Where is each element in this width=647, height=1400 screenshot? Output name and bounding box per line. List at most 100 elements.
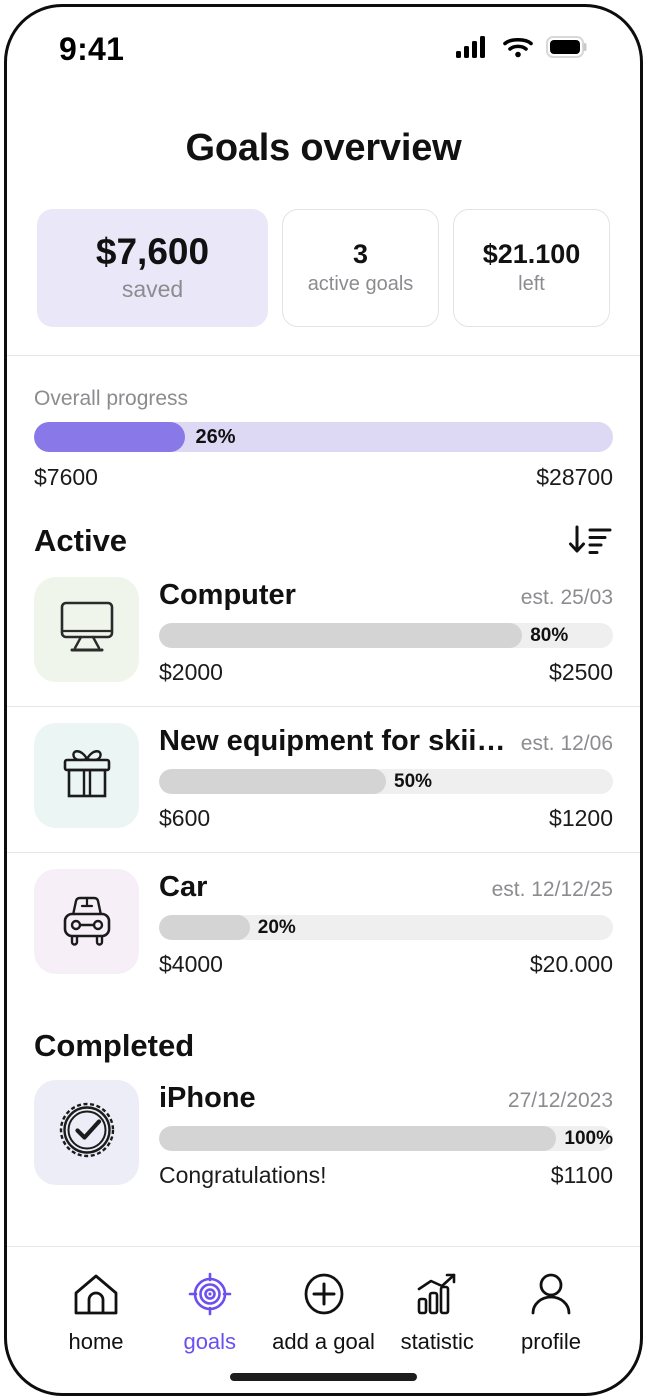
nav-label-goals: goals (183, 1329, 237, 1354)
status-time: 9:41 (59, 30, 125, 67)
overall-progress-label: Overall progress (34, 387, 189, 410)
stat-value-left: $21.100 (482, 238, 581, 269)
goal-icon-wrapper (34, 869, 139, 974)
nav-label-statistic: statistic (400, 1329, 474, 1354)
plus-circle-icon (298, 1271, 350, 1322)
goal-top: iPhone 27/12/2023 (159, 1082, 613, 1115)
cellular-signal-icon (456, 35, 490, 64)
nav-item-add-a-goal[interactable]: add a goal (269, 1271, 379, 1355)
bar-chart-icon (411, 1271, 463, 1322)
nav-item-home[interactable]: home (41, 1271, 151, 1355)
nav-label-profile: profile (521, 1329, 581, 1354)
goal-progress-bar: 100% (159, 1126, 613, 1151)
goal-progress-bar: 80% (159, 623, 613, 648)
nav-item-statistic[interactable]: statistic (382, 1271, 492, 1355)
goal-progress-percent: 20% (257, 916, 296, 938)
goal-row-skiing[interactable]: New equipment for skiing est. 12/06 50% … (7, 707, 640, 852)
section-title-active: Active (34, 523, 128, 558)
goal-amounts: $600 $1200 (159, 805, 613, 832)
goal-icon-wrapper (34, 1080, 139, 1185)
section-header-active: Active (7, 491, 640, 561)
phone-frame: 9:41 Goals overview $7,600 saved 3 activ… (4, 4, 643, 1396)
goal-top: Computer est. 25/03 (159, 579, 613, 612)
bottom-nav: home goals add a goal statistic profile (7, 1247, 640, 1355)
goal-body: Computer est. 25/03 80% $2000 $2500 (159, 577, 613, 686)
goal-date: est. 25/03 (520, 586, 613, 609)
goal-name: Computer (159, 579, 296, 611)
goal-progress-fill (159, 769, 386, 794)
goal-body: Car est. 12/12/25 20% $4000 $20.000 (159, 869, 613, 978)
goal-saved: $2000 (159, 659, 223, 685)
goal-body: iPhone 27/12/2023 100% Congratulations! … (159, 1080, 613, 1189)
home-icon (70, 1271, 122, 1322)
check-badge-icon (56, 1099, 118, 1166)
goal-progress-fill (159, 1126, 557, 1151)
stat-label-active-goals: active goals (307, 273, 414, 296)
goal-date: 27/12/2023 (507, 1089, 613, 1112)
goal-progress-bar: 20% (159, 915, 613, 940)
stat-label-left: left (518, 273, 545, 296)
section-title-completed: Completed (34, 1028, 195, 1063)
section-header-completed: Completed (7, 998, 640, 1064)
stat-label-saved: saved (121, 276, 184, 303)
nav-label-add-a-goal: add a goal (272, 1329, 375, 1354)
goal-row-computer[interactable]: Computer est. 25/03 80% $2000 $2500 (7, 561, 640, 706)
page-title: Goals overview (185, 127, 462, 169)
goal-row-car[interactable]: Car est. 12/12/25 20% $4000 $20.000 (7, 853, 640, 998)
goal-progress-fill (159, 623, 523, 648)
goal-date: est. 12/06 (520, 732, 613, 755)
monitor-icon (56, 598, 118, 661)
goal-top: Car est. 12/12/25 (159, 871, 613, 904)
stats-row: $7,600 saved 3 active goals $21.100 left (7, 170, 640, 327)
goal-progress-bar: 50% (159, 769, 613, 794)
goal-row-iphone[interactable]: iPhone 27/12/2023 100% Congratulations! … (7, 1064, 640, 1209)
stat-value-saved: $7,600 (95, 230, 210, 272)
goal-target: $20.000 (529, 951, 613, 977)
goal-name: iPhone (159, 1082, 256, 1114)
stat-value-active-goals: 3 (352, 238, 369, 269)
status-bar: 9:41 (7, 7, 640, 85)
overall-progress-fill (34, 422, 185, 452)
nav-item-goals[interactable]: goals (155, 1271, 265, 1355)
stat-card-left[interactable]: $21.100 left (453, 209, 610, 327)
overall-progress-percent: 26% (195, 425, 236, 448)
target-icon (184, 1271, 236, 1322)
goal-saved: $4000 (159, 951, 223, 977)
goal-target: $1100 (550, 1162, 613, 1188)
nav-label-home: home (68, 1329, 124, 1354)
goal-progress-percent: 100% (564, 1127, 613, 1149)
sort-descending-icon[interactable] (567, 521, 613, 561)
battery-icon (546, 35, 588, 64)
overall-progress-amounts: $7600 $28700 (34, 464, 613, 491)
stat-card-saved[interactable]: $7,600 saved (37, 209, 268, 327)
goal-saved: $600 (159, 805, 211, 831)
overall-progress: Overall progress 26% $7600 $28700 (7, 356, 640, 491)
goal-progress-fill (159, 915, 250, 940)
goal-top: New equipment for skiing est. 12/06 (159, 725, 613, 758)
goal-amounts: $4000 $20.000 (159, 951, 613, 978)
overall-progress-end: $28700 (536, 464, 613, 490)
goal-target: $1200 (549, 805, 613, 831)
nav-item-profile[interactable]: profile (496, 1271, 606, 1355)
goal-icon-wrapper (34, 577, 139, 682)
stat-card-active-goals[interactable]: 3 active goals (282, 209, 439, 327)
goal-date: est. 12/12/25 (491, 878, 613, 901)
goal-name: New equipment for skiing (159, 725, 511, 757)
goal-target: $2500 (549, 659, 613, 685)
person-icon (525, 1271, 577, 1322)
gift-icon (57, 744, 117, 807)
goal-amounts: $2000 $2500 (159, 659, 613, 686)
status-icons (456, 35, 588, 64)
goal-congratulations-text: Congratulations! (159, 1162, 327, 1188)
goal-progress-percent: 50% (394, 770, 433, 792)
car-icon (56, 890, 118, 953)
overall-progress-start: $7600 (34, 464, 98, 490)
goal-amounts: Congratulations! $1100 (159, 1162, 613, 1189)
overall-progress-bar: 26% (34, 422, 613, 452)
home-indicator (230, 1373, 417, 1381)
goal-icon-wrapper (34, 723, 139, 828)
goal-name: Car (159, 871, 208, 903)
goal-body: New equipment for skiing est. 12/06 50% … (159, 723, 613, 832)
wifi-icon (502, 35, 534, 64)
goal-progress-percent: 80% (530, 624, 569, 646)
